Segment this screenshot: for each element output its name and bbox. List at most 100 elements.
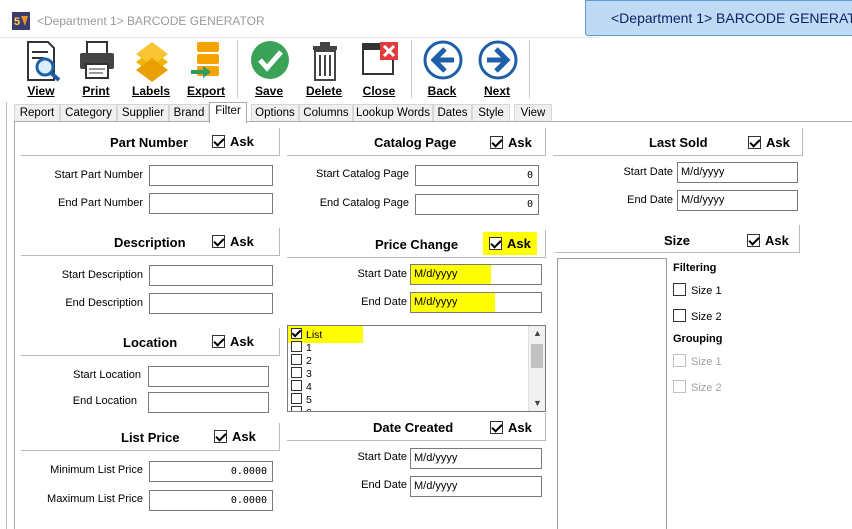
tab-options[interactable]: Options — [251, 104, 299, 122]
checkbox-icon[interactable] — [212, 335, 225, 348]
checkbox-icon[interactable] — [212, 235, 225, 248]
labels-button[interactable]: Labels — [125, 38, 177, 100]
description-ask[interactable]: Ask — [212, 234, 254, 249]
list-price-ask[interactable]: Ask — [214, 429, 256, 444]
tab-columns[interactable]: Columns — [299, 104, 353, 122]
checkbox-icon[interactable] — [490, 421, 503, 434]
scroll-down-icon[interactable]: ▼ — [529, 396, 545, 411]
start-location-input[interactable] — [148, 366, 269, 387]
list-item[interactable]: List — [291, 328, 322, 341]
min-list-price-input[interactable]: 0.0000 — [149, 461, 273, 482]
checkbox-icon[interactable] — [747, 234, 760, 247]
location-ask[interactable]: Ask — [212, 334, 254, 349]
checkbox-icon[interactable] — [748, 136, 761, 149]
price-change-ask[interactable]: Ask — [483, 232, 537, 255]
size-values-list[interactable] — [557, 258, 667, 529]
scroll-thumb[interactable] — [531, 344, 543, 368]
start-part-number-label: Start Part Number — [54, 169, 143, 181]
checkbox-icon[interactable] — [214, 430, 227, 443]
close-button[interactable]: Close — [353, 38, 405, 100]
checkbox-icon[interactable] — [212, 135, 225, 148]
toolbar-separator — [529, 40, 530, 98]
print-button[interactable]: Print — [70, 38, 122, 100]
tab-lookup-words[interactable]: Lookup Words — [353, 104, 433, 122]
date-created-start-input[interactable]: M/d/yyyy — [410, 448, 542, 469]
size-filter-option[interactable]: Size 1 — [673, 283, 722, 297]
tab-view[interactable]: View — [514, 104, 552, 122]
tab-category[interactable]: Category — [60, 104, 117, 122]
checkbox-icon[interactable] — [291, 328, 302, 339]
location-title: Location — [123, 335, 178, 350]
last-sold-end-input[interactable]: M/d/yyyy — [677, 190, 798, 211]
tab-dates[interactable]: Dates — [433, 104, 472, 122]
list-item[interactable]: 2 — [291, 354, 312, 367]
export-button[interactable]: Export — [180, 38, 232, 100]
description-title: Description — [114, 235, 186, 250]
end-catalog-page-label: End Catalog Page — [319, 197, 409, 209]
window-tab[interactable]: <Department 1> BARCODE GENERATOR — [585, 0, 852, 36]
end-description-label: End Description — [65, 297, 143, 309]
tab-style[interactable]: Style — [472, 104, 510, 122]
size-ask[interactable]: Ask — [747, 233, 789, 248]
end-location-input[interactable] — [148, 392, 269, 413]
next-button[interactable]: Next — [471, 38, 523, 100]
list-item[interactable]: 4 — [291, 380, 312, 393]
listbox-scrollbar[interactable]: ▲ ▼ — [528, 326, 545, 411]
list-item[interactable]: 6 — [291, 406, 312, 411]
ask-label: Ask — [507, 236, 531, 251]
start-part-number-input[interactable] — [149, 165, 273, 186]
size-filtering-label: Filtering — [673, 262, 717, 274]
date-created-header: Date Created Ask — [287, 413, 546, 441]
checkbox-icon[interactable] — [489, 237, 502, 250]
catalog-page-ask[interactable]: Ask — [490, 135, 532, 150]
list-item[interactable]: 1 — [291, 341, 312, 354]
checkbox-icon[interactable] — [673, 283, 686, 296]
view-button[interactable]: View — [15, 38, 67, 100]
tab-brand[interactable]: Brand — [169, 104, 209, 122]
tab-filter[interactable]: Filter — [209, 102, 247, 123]
date-created-end-input[interactable]: M/d/yyyy — [410, 476, 542, 497]
last-sold-ask[interactable]: Ask — [748, 135, 790, 150]
delete-button[interactable]: Delete — [298, 38, 350, 100]
export-button-label: Export — [186, 84, 225, 98]
list-item-label: 3 — [306, 368, 312, 380]
checkbox-icon[interactable] — [291, 341, 302, 352]
checkbox-icon[interactable] — [291, 380, 302, 391]
tab-supplier[interactable]: Supplier — [117, 104, 169, 122]
catalog-page-title: Catalog Page — [374, 135, 457, 150]
end-description-input[interactable] — [149, 293, 273, 314]
start-catalog-page-input[interactable]: 0 — [415, 165, 539, 186]
list-item[interactable]: 5 — [291, 393, 312, 406]
checkbox-icon[interactable] — [673, 309, 686, 322]
start-description-input[interactable] — [149, 265, 273, 286]
end-catalog-page-input[interactable]: 0 — [415, 194, 539, 215]
max-list-price-input[interactable]: 0.0000 — [149, 490, 273, 511]
price-change-end-date-input[interactable]: M/d/yyyy — [410, 292, 542, 313]
checkbox-icon[interactable] — [490, 136, 503, 149]
size-grouping-label: Grouping — [673, 333, 723, 345]
last-sold-start-input[interactable]: M/d/yyyy — [677, 162, 798, 183]
view-report-icon — [27, 41, 61, 82]
checkbox-icon[interactable] — [291, 354, 302, 365]
max-list-price-label: Maximum List Price — [47, 493, 143, 505]
price-list-listbox[interactable]: List 1 2 3 4 5 6 ▲ ▼ — [287, 325, 546, 412]
checkbox-icon[interactable] — [291, 393, 302, 404]
tab-report[interactable]: Report — [14, 104, 60, 122]
close-button-label: Close — [362, 84, 396, 98]
save-button[interactable]: Save — [243, 38, 295, 100]
start-catalog-page-label: Start Catalog Page — [316, 168, 409, 180]
size-header: Size Ask — [555, 225, 800, 253]
scroll-up-icon[interactable]: ▲ — [529, 326, 545, 341]
end-part-number-input[interactable] — [149, 193, 273, 214]
price-change-start-date-input[interactable]: M/d/yyyy — [410, 264, 542, 285]
list-item[interactable]: 3 — [291, 367, 312, 380]
date-created-ask[interactable]: Ask — [490, 420, 532, 435]
toolbar-separator — [237, 40, 238, 98]
size-filter-option[interactable]: Size 2 — [673, 309, 722, 323]
list-item-label: 6 — [306, 407, 312, 411]
checkbox-icon[interactable] — [291, 367, 302, 378]
checkbox-icon[interactable] — [291, 406, 302, 411]
ask-label: Ask — [508, 420, 532, 435]
back-button[interactable]: Back — [416, 38, 468, 100]
part-number-ask[interactable]: Ask — [212, 134, 254, 149]
